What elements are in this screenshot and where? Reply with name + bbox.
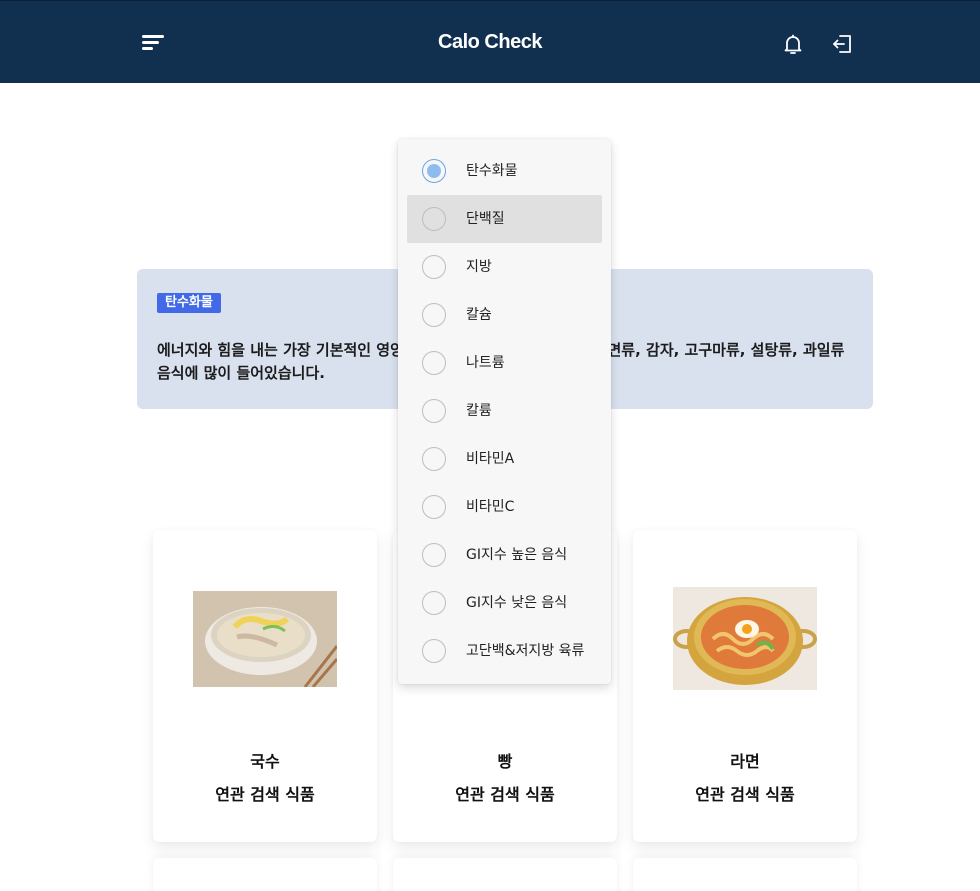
option-label: 나트륨 [466,355,505,371]
food-card-ramen[interactable]: 라면 연관 검색 식품 [633,530,857,842]
page: Calo Check 탄수화물 에너지와 힘을 내는 가장 기본적인 영양소입니… [0,0,980,891]
radio-icon[interactable] [422,447,446,471]
option-label: 칼륨 [466,403,492,419]
food-name: 국수 [250,752,280,771]
option-calcium[interactable]: 칼슘 [407,291,602,339]
logout-icon[interactable] [830,32,854,56]
ramen-image [673,587,817,690]
related-foods-label: 연관 검색 식품 [455,785,555,804]
radio-icon[interactable] [422,543,446,567]
option-protein[interactable]: 단백질 [407,195,602,243]
food-card-row2-3[interactable] [633,858,857,891]
food-card-row2-2[interactable] [393,858,617,891]
nutrient-dropdown: 탄수화물 단백질 지방 칼슘 나트륨 칼륨 비타민A 비타민C GI지수 높은 … [398,139,611,684]
radio-icon[interactable] [422,399,446,423]
option-vitamin-c[interactable]: 비타민C [407,483,602,531]
option-label: 탄수화물 [466,163,518,179]
option-label: GI지수 낮은 음식 [466,595,568,611]
option-low-gi[interactable]: GI지수 낮은 음식 [407,579,602,627]
option-label: 비타민C [466,499,515,515]
option-potassium[interactable]: 칼륨 [407,387,602,435]
radio-icon[interactable] [422,351,446,375]
option-vitamin-a[interactable]: 비타민A [407,435,602,483]
related-foods-label: 연관 검색 식품 [695,785,795,804]
radio-icon[interactable] [422,495,446,519]
option-label: 고단백&저지방 육류 [466,643,585,659]
option-label: GI지수 높은 음식 [466,547,568,563]
option-sodium[interactable]: 나트륨 [407,339,602,387]
option-label: 비타민A [466,451,515,467]
option-label: 지방 [466,259,492,275]
radio-icon[interactable] [422,255,446,279]
related-foods-label: 연관 검색 식품 [215,785,315,804]
radio-icon[interactable] [422,207,446,231]
food-card-row2-1[interactable] [153,858,377,891]
nutrient-badge: 탄수화물 [157,293,221,313]
noodle-image [193,591,339,688]
option-high-protein-low-fat-meat[interactable]: 고단백&저지방 육류 [407,627,602,675]
radio-icon[interactable] [422,591,446,615]
app-header: Calo Check [0,0,980,83]
bell-icon[interactable] [781,32,805,56]
option-label: 칼슘 [466,307,492,323]
option-fat[interactable]: 지방 [407,243,602,291]
food-name: 라면 [730,752,760,771]
food-card-noodle[interactable]: 국수 연관 검색 식품 [153,530,377,842]
food-name: 빵 [497,752,513,771]
radio-checked-icon[interactable] [422,159,446,183]
option-carbohydrate[interactable]: 탄수화물 [407,147,602,195]
radio-icon[interactable] [422,303,446,327]
option-label: 단백질 [466,211,505,227]
option-high-gi[interactable]: GI지수 높은 음식 [407,531,602,579]
radio-icon[interactable] [422,639,446,663]
